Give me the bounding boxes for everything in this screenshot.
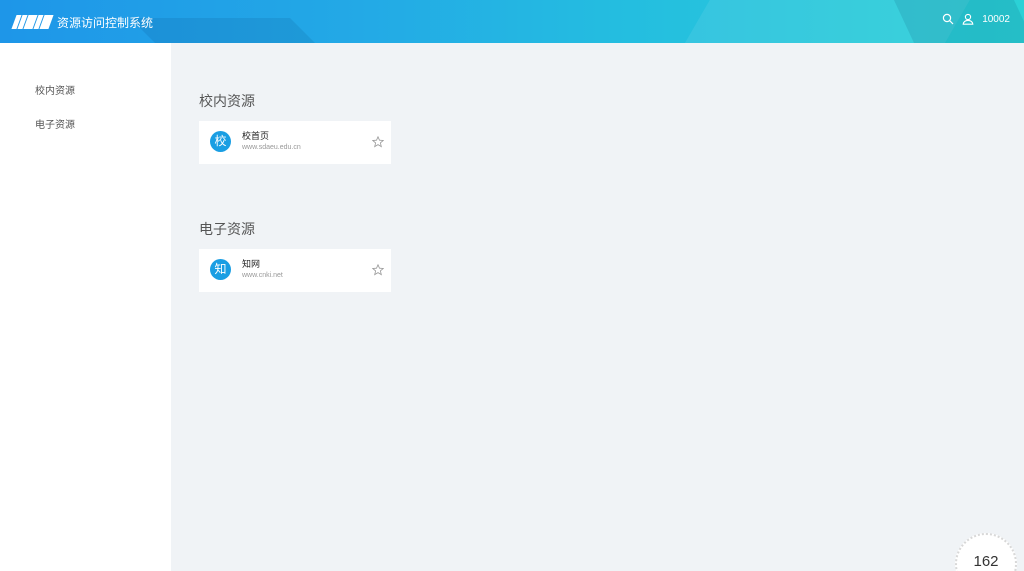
resource-card-campus-homepage[interactable]: 校 校首页 www.sdaeu.edu.cn [199,121,391,164]
search-icon[interactable] [942,13,954,25]
app-title: 资源访问控制系统 [57,15,154,30]
resource-avatar: 知 [210,259,231,280]
section-title-campus-resources: 校内资源 [199,94,255,110]
resource-url: www.cnki.net [242,272,283,279]
top-header: 资源访问控制系统 10002 [0,0,1024,43]
resource-card-cnki[interactable]: 知 知网 www.cnki.net [199,249,391,292]
section-title-electronic-resources: 电子资源 [199,222,255,238]
user-icon[interactable] [962,13,974,25]
count-badge: 162 [955,533,1017,571]
logo-mark-icon [11,15,54,29]
sidebar-item-electronic-resources[interactable]: 电子资源 [35,116,75,131]
star-icon[interactable] [372,136,384,148]
resource-avatar: 校 [210,131,231,152]
sidebar-item-campus-resources[interactable]: 校内资源 [35,82,75,97]
header-decoration [130,18,330,43]
resource-url: www.sdaeu.edu.cn [242,144,301,151]
star-icon[interactable] [372,264,384,276]
app-logo[interactable]: 资源访问控制系统 [11,12,154,32]
resource-name: 知网 [242,260,261,270]
resource-name: 校首页 [242,132,270,142]
username[interactable]: 10002 [982,14,1010,25]
header-actions: 10002 [942,13,1010,25]
count-value: 162 [973,553,999,570]
sidebar: 校内资源 电子资源 [0,43,171,571]
